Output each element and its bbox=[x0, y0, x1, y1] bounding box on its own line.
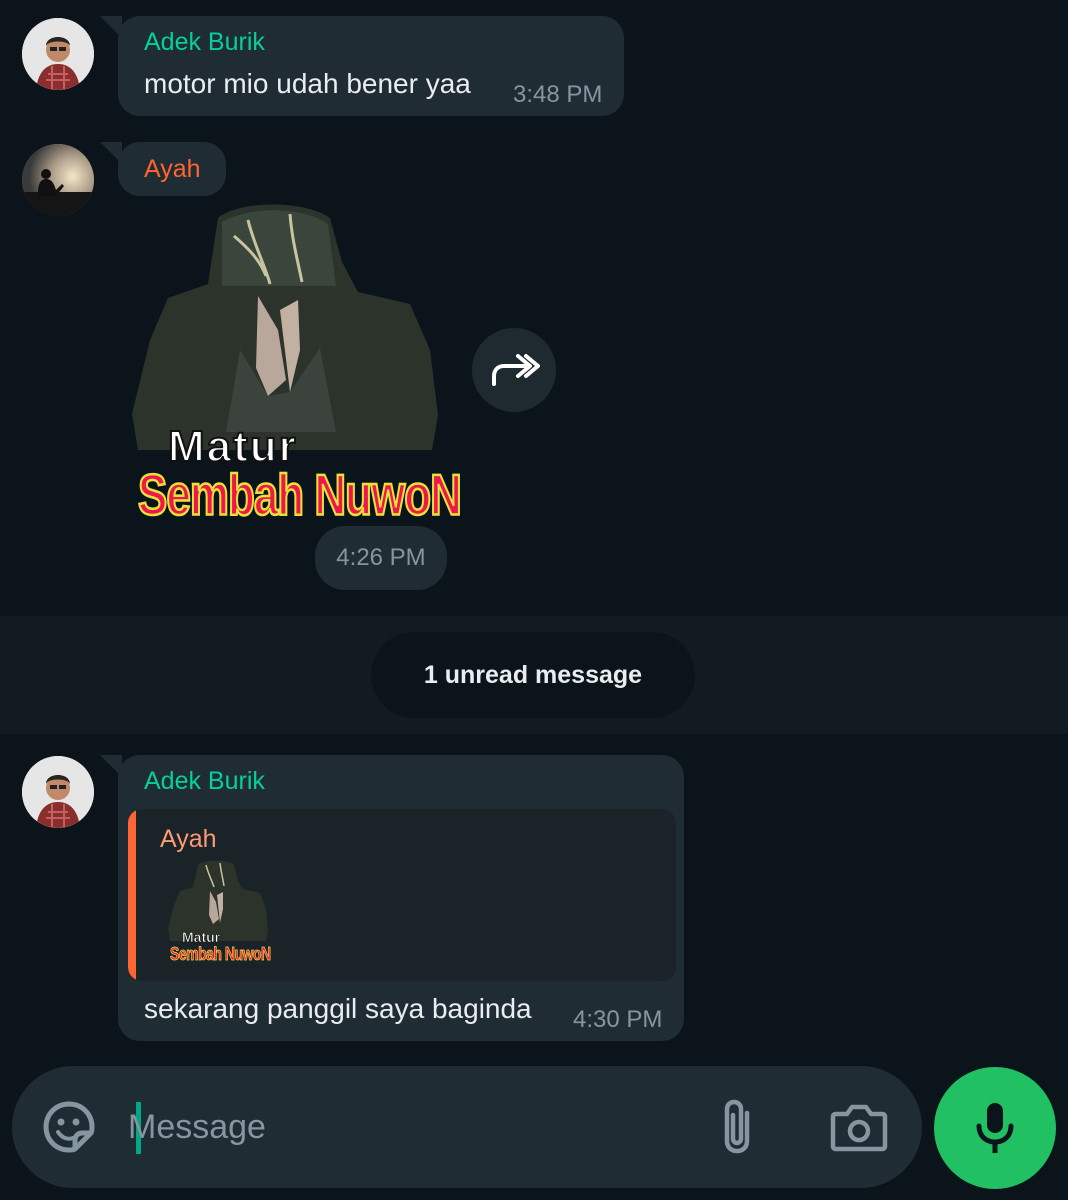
camera-button[interactable] bbox=[824, 1096, 894, 1158]
sender-name: Ayah bbox=[144, 155, 201, 183]
sender-name: Adek Burik bbox=[144, 767, 265, 795]
message-time: 4:30 PM bbox=[573, 1006, 663, 1033]
bubble-tail bbox=[100, 142, 122, 164]
message-composer bbox=[12, 1066, 922, 1188]
quoted-sticker-thumbnail: Matur Sembah NuwoN bbox=[168, 859, 272, 969]
sender-name: Adek Burik bbox=[144, 28, 265, 56]
sender-bubble: Ayah bbox=[100, 142, 226, 196]
quoted-message[interactable]: Ayah Matur Sembah NuwoN bbox=[128, 809, 676, 981]
message-bubble[interactable]: Adek Burik motor mio udah bener yaa 3:48… bbox=[100, 16, 624, 116]
sticker-icon bbox=[43, 1101, 95, 1153]
unread-divider: 1 unread message bbox=[371, 632, 695, 718]
quoted-sticker-line2: Sembah NuwoN bbox=[170, 943, 272, 965]
mic-icon bbox=[976, 1103, 1014, 1153]
quoted-sender: Ayah bbox=[160, 825, 217, 853]
forward-button[interactable] bbox=[472, 328, 556, 412]
attach-button[interactable] bbox=[708, 1094, 766, 1160]
sticker-time: 4:26 PM bbox=[315, 526, 447, 590]
bubble-tail bbox=[100, 755, 122, 777]
sticker-button[interactable] bbox=[38, 1096, 100, 1158]
voice-message-button[interactable] bbox=[934, 1067, 1056, 1189]
sticker-text-line2: Sembah NuwoN bbox=[137, 463, 463, 529]
avatar-adek-burik[interactable] bbox=[22, 756, 94, 828]
message-text: sekarang panggil saya baginda bbox=[144, 993, 532, 1024]
message-input[interactable] bbox=[128, 1102, 688, 1152]
message-bubble[interactable]: Adek Burik Ayah Matur Sembah NuwoN sekar… bbox=[100, 755, 684, 1041]
message-time: 3:48 PM bbox=[513, 81, 603, 108]
forward-icon bbox=[492, 354, 540, 386]
camera-icon bbox=[830, 1104, 888, 1152]
sticker-image[interactable]: Matur Sembah NuwoN bbox=[130, 200, 463, 530]
attach-icon bbox=[724, 1099, 750, 1154]
bubble-tail bbox=[100, 16, 122, 38]
avatar-adek-burik[interactable] bbox=[22, 18, 94, 90]
quote-accent-bar bbox=[128, 809, 136, 981]
message-text: motor mio udah bener yaa bbox=[144, 68, 471, 99]
avatar-ayah[interactable] bbox=[22, 144, 94, 216]
